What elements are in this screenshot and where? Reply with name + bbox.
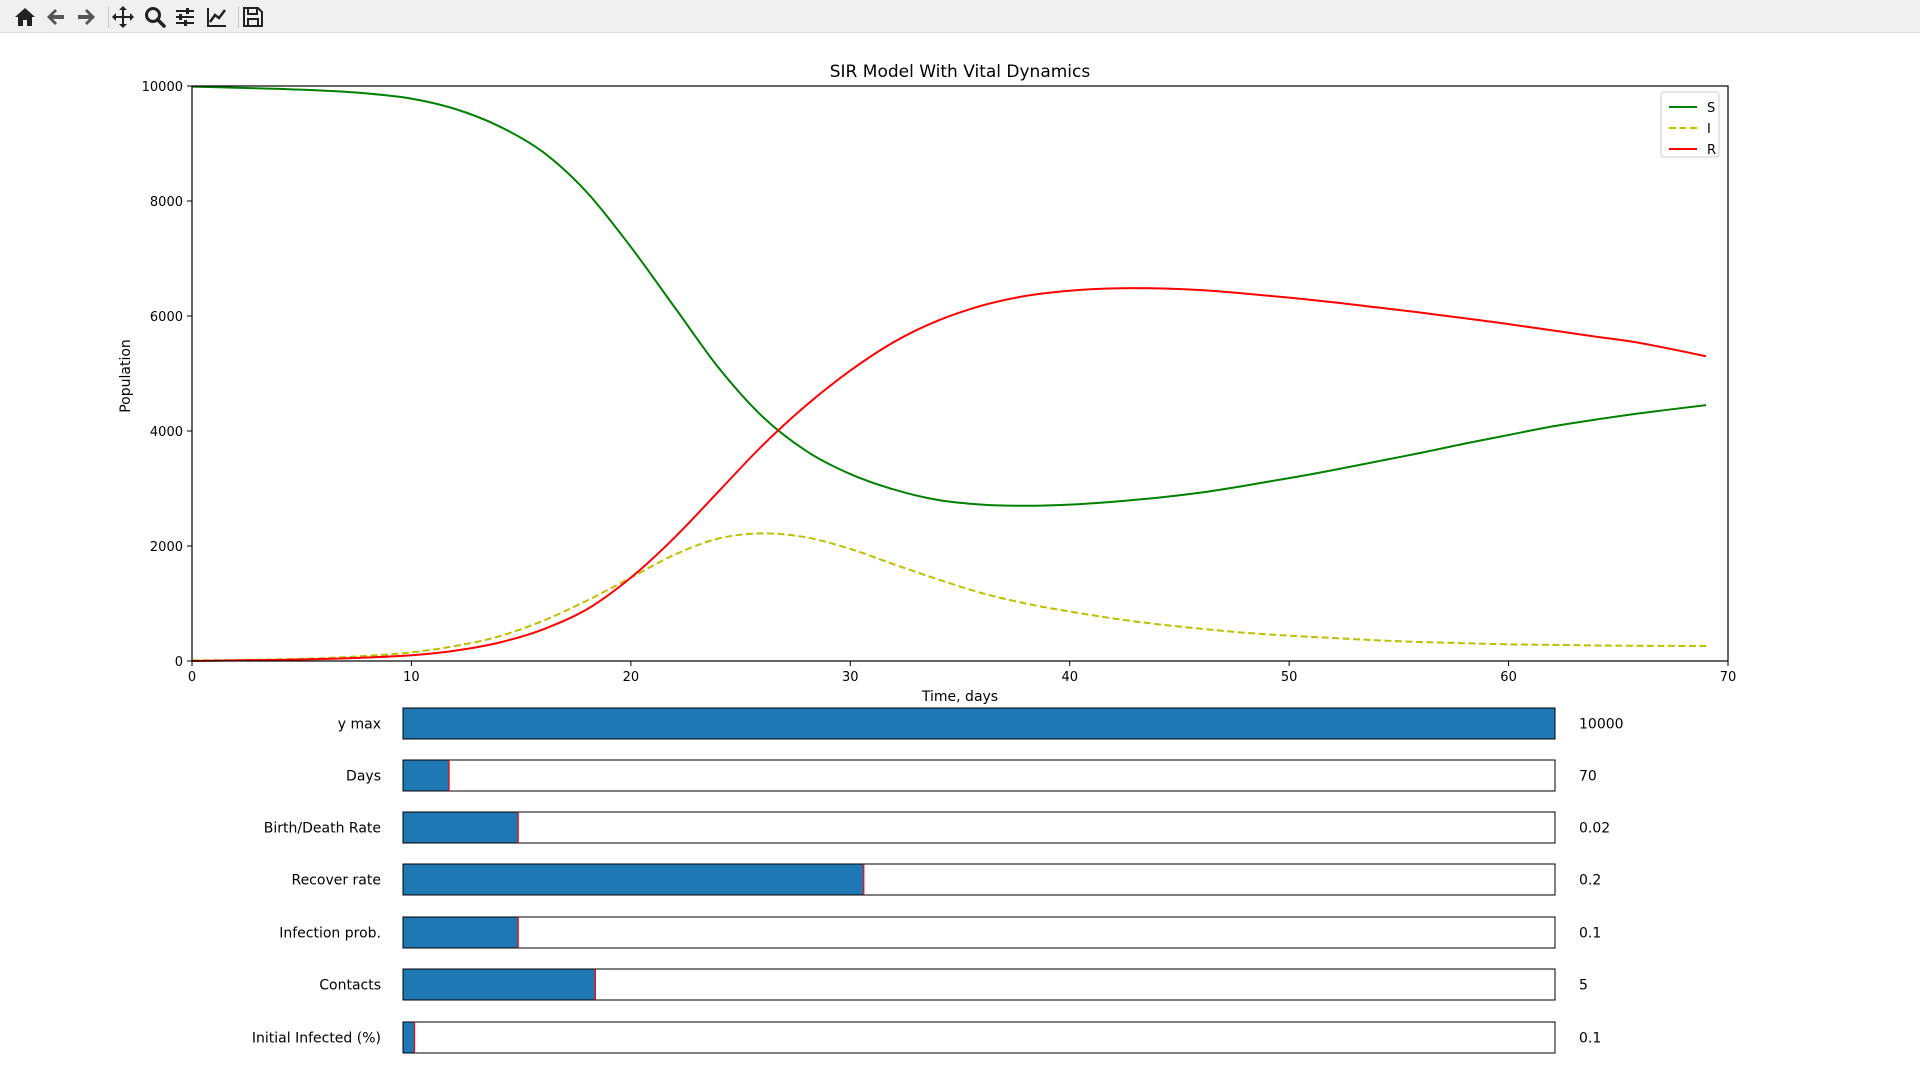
zoom-icon[interactable] — [140, 2, 170, 32]
slider-track[interactable] — [402, 1021, 1556, 1054]
slider-birth-death-rate[interactable]: Birth/Death Rate 0.02 — [264, 811, 1610, 844]
slider-label: Initial Infected (%) — [252, 1031, 381, 1047]
slider-label: Infection prob. — [279, 926, 381, 942]
legend: SIR — [1660, 91, 1720, 158]
y-tick-label: 8000 — [150, 195, 183, 210]
slider-fill — [403, 812, 519, 843]
y-tick-label: 0 — [175, 655, 183, 670]
y-tick-label: 10000 — [142, 80, 183, 95]
y-tick-label: 2000 — [150, 540, 183, 555]
x-tick-label: 60 — [1500, 670, 1517, 685]
slider-days[interactable]: Days 70 — [346, 759, 1597, 792]
y-axis-label: Population — [118, 339, 134, 413]
y-axis: 0 2000 4000 6000 8000 10000 — [142, 80, 192, 670]
x-tick-label: 50 — [1281, 670, 1298, 685]
slider-track[interactable] — [402, 811, 1556, 844]
subplots-icon[interactable] — [170, 2, 200, 32]
slider-fill — [403, 760, 450, 791]
navigation-toolbar — [0, 0, 1920, 33]
slider-initial-infected[interactable]: Initial Infected (%) 0.1 — [252, 1021, 1601, 1054]
legend-label: S — [1707, 101, 1715, 116]
slider-track[interactable] — [402, 759, 1556, 792]
slider-panel: y max 10000 Days 70 Birth/Death Rate 0.02 Reco… — [252, 707, 1624, 1054]
x-axis-label: Time, days — [921, 689, 998, 705]
x-tick-label: 10 — [403, 670, 420, 685]
slider-track[interactable] — [402, 916, 1556, 949]
x-tick-label: 70 — [1720, 670, 1737, 685]
slider-value: 5 — [1579, 978, 1588, 994]
plot-area[interactable] — [191, 85, 1729, 662]
legend-label: R — [1707, 143, 1716, 158]
slider-label: y max — [338, 717, 381, 733]
slider-fill — [403, 864, 864, 895]
slider-value: 0.1 — [1579, 926, 1601, 942]
slider-label: Days — [346, 769, 381, 785]
figure-svg: SIR Model With Vital Dynamics 0 10 20 30 40 5… — [118, 62, 1736, 1054]
chart-title: SIR Model With Vital Dynamics — [830, 62, 1091, 82]
legend-label: I — [1707, 122, 1711, 137]
slider-label: Birth/Death Rate — [264, 821, 381, 837]
slider-y-max[interactable]: y max 10000 — [338, 707, 1624, 740]
slider-recover-rate[interactable]: Recover rate 0.2 — [291, 863, 1601, 896]
x-tick-label: 40 — [1061, 670, 1078, 685]
slider-value: 70 — [1579, 769, 1597, 785]
slider-value: 0.1 — [1579, 1031, 1601, 1047]
slider-contacts[interactable]: Contacts 5 — [319, 968, 1588, 1001]
home-icon[interactable] — [10, 2, 40, 32]
slider-fill — [403, 1022, 415, 1053]
back-icon[interactable] — [41, 2, 71, 32]
customize-icon[interactable] — [202, 2, 232, 32]
figure-window: SIR Model With Vital Dynamics 0 10 20 30 40 5… — [0, 0, 1920, 1080]
pan-icon[interactable] — [108, 2, 138, 32]
slider-infection-prob[interactable]: Infection prob. 0.1 — [279, 916, 1601, 949]
slider-value: 0.02 — [1579, 821, 1610, 837]
slider-label: Contacts — [319, 978, 381, 994]
x-axis: 0 10 20 30 40 50 60 70 — [188, 661, 1736, 685]
slider-fill — [403, 969, 596, 1000]
slider-fill — [403, 917, 519, 948]
x-tick-label: 20 — [623, 670, 640, 685]
x-tick-label: 0 — [188, 670, 196, 685]
forward-icon[interactable] — [71, 2, 101, 32]
save-icon[interactable] — [238, 2, 268, 32]
slider-value: 10000 — [1579, 717, 1624, 733]
slider-fill — [403, 708, 1555, 739]
slider-label: Recover rate — [291, 873, 381, 889]
y-tick-label: 6000 — [150, 310, 183, 325]
slider-value: 0.2 — [1579, 873, 1601, 889]
y-tick-label: 4000 — [150, 425, 183, 440]
axes-background[interactable] — [192, 86, 1728, 661]
x-tick-label: 30 — [842, 670, 859, 685]
figure-canvas: SIR Model With Vital Dynamics 0 10 20 30 40 5… — [0, 33, 1920, 1080]
